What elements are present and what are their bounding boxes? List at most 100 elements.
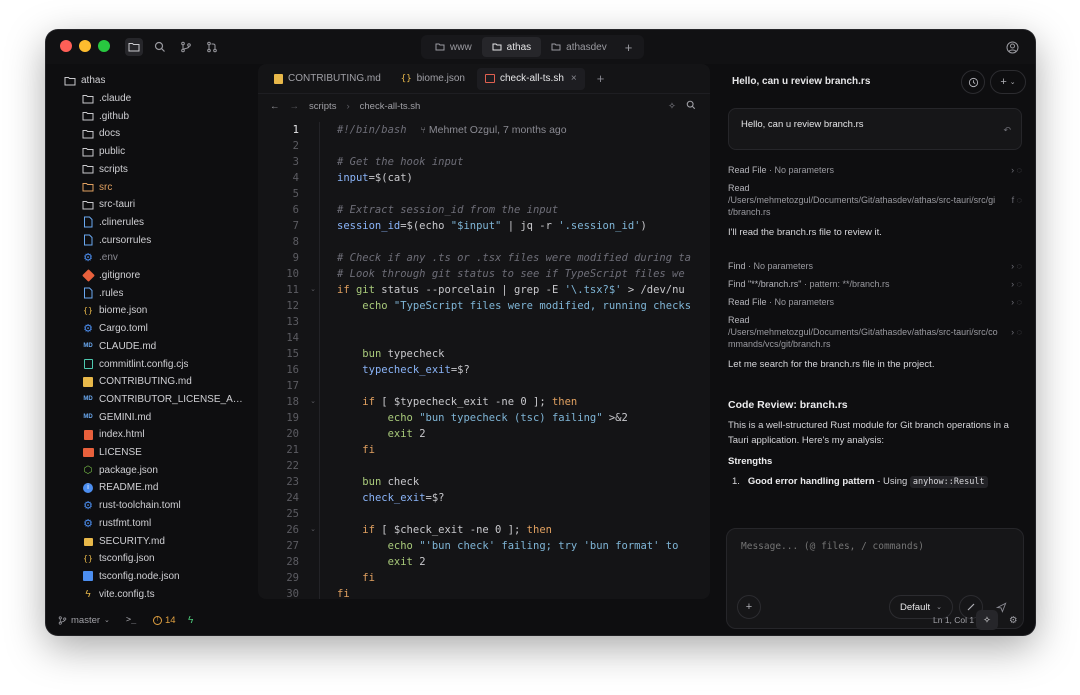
tree-file[interactable]: CONTRIBUTING.md (82, 373, 246, 390)
code-line[interactable]: # Check if any .ts or .tsx files were mo… (337, 250, 691, 266)
code-line[interactable]: bun typecheck (337, 346, 444, 362)
account-icon[interactable] (1003, 38, 1021, 56)
sparkle-icon[interactable]: ✧ (668, 101, 676, 112)
new-chat-button[interactable]: + ⌄ (990, 70, 1026, 94)
undo-icon[interactable]: ↶ (1003, 125, 1011, 136)
lightning-icon[interactable]: ϟ (188, 615, 193, 626)
close-tab-icon[interactable]: × (571, 73, 577, 84)
tree-file[interactable]: {} tsconfig.json (82, 550, 246, 567)
breadcrumb-folder[interactable]: scripts (309, 101, 336, 112)
code-line[interactable]: if git status --porcelain | grep -E '\.t… (337, 282, 685, 298)
code-line[interactable]: echo "'bun check' failing; try 'bun form… (337, 538, 685, 554)
code-line[interactable]: exit 2 (337, 554, 426, 570)
tree-file[interactable]: .gitignore (81, 267, 246, 284)
git-icon (81, 269, 95, 282)
editor-tabs: CONTRIBUTING.md {} biome.json check-all-… (258, 64, 710, 94)
tree-folder[interactable]: .github (82, 108, 246, 125)
tree-file[interactable]: MD CLAUDE.md (82, 338, 246, 355)
tree-root-folder[interactable]: athas (64, 72, 105, 89)
tool-call-find[interactable]: Find · No parameters › ◌ (728, 260, 1022, 272)
breadcrumb-file[interactable]: check-all-ts.sh (360, 101, 421, 112)
tree-folder[interactable]: scripts (82, 161, 246, 178)
tree-file[interactable]: MD CONTRIBUTOR_LICENSE_AND_FE (82, 391, 246, 408)
tree-file[interactable]: ⬡ package.json (82, 462, 246, 479)
tree-file[interactable]: SECURITY.md (82, 533, 246, 550)
files-icon[interactable] (125, 38, 143, 56)
chat-message-input[interactable] (741, 541, 1011, 571)
editor-tab-biome[interactable]: {} biome.json (393, 68, 473, 90)
tree-file[interactable]: .cursorrules (82, 232, 246, 249)
tree-file[interactable]: .rules (82, 285, 246, 302)
project-tab-athas[interactable]: athas (481, 37, 542, 57)
tool-call-read-file-2[interactable]: Read File · No parameters › ◌ (728, 296, 1022, 308)
tool-call-read[interactable]: Read /Users/mehmetozgul/Documents/Git/at… (728, 182, 1022, 218)
close-window-button[interactable] (60, 40, 72, 52)
tool-call-find-pattern[interactable]: Find "**/branch.rs" · pattern: **/branch… (728, 278, 1022, 290)
tree-file[interactable]: tsconfig.node.json (82, 568, 246, 585)
minimize-window-button[interactable] (79, 40, 91, 52)
code-line[interactable]: #!/bin/bash ⑂ Mehmet Ozgul, 7 months ago (337, 122, 567, 138)
code-line[interactable]: echo "bun typecheck (tsc) failing" >&2 (337, 410, 628, 426)
code-line[interactable]: # Look through git status to see if Type… (337, 266, 685, 282)
code-line[interactable]: input=$(cat) (337, 170, 413, 186)
tree-file[interactable]: commitlint.config.cjs (82, 356, 246, 373)
tree-file[interactable]: MD GEMINI.md (82, 409, 246, 426)
git-branch-icon[interactable] (177, 38, 195, 56)
tree-file[interactable]: .clinerules (82, 214, 246, 231)
code-line[interactable]: typecheck_exit=$? (337, 362, 469, 378)
project-tab-www[interactable]: www (425, 37, 482, 57)
tree-file[interactable]: ⚙ rust-toolchain.toml (82, 497, 246, 514)
fold-chevron-icon[interactable]: ⌄ (310, 282, 316, 298)
pull-request-icon[interactable] (203, 38, 221, 56)
tree-folder[interactable]: src (82, 179, 246, 196)
code-line[interactable]: echo "TypeScript files were modified, ru… (337, 298, 691, 314)
problems-indicator[interactable]: ! 14 (153, 615, 176, 626)
tree-file[interactable]: {} biome.json (82, 302, 246, 319)
tree-file[interactable]: ϟ vite.config.ts (82, 586, 246, 599)
terminal-toggle[interactable]: >_ (126, 615, 136, 625)
code-line[interactable]: fi (337, 586, 350, 599)
json-icon: {} (400, 73, 412, 84)
code-line[interactable]: check_exit=$? (337, 490, 444, 506)
forward-arrow-icon[interactable]: → (290, 101, 300, 112)
tree-file[interactable]: ⚙ rustfmt.toml (82, 515, 246, 532)
maximize-window-button[interactable] (98, 40, 110, 52)
code-line[interactable]: # Extract session_id from the input (337, 202, 558, 218)
project-tab-athasdev[interactable]: athasdev (541, 37, 617, 57)
code-line[interactable]: if [ $check_exit -ne 0 ]; then (337, 522, 552, 538)
code-line[interactable]: # Get the hook input (337, 154, 463, 170)
search-icon[interactable] (151, 38, 169, 56)
tree-folder[interactable]: src-tauri (82, 196, 246, 213)
git-branch-selector[interactable]: master ⌄ (58, 615, 110, 626)
code-line[interactable]: fi (337, 442, 375, 458)
tree-file[interactable]: ⚙ .env (82, 249, 246, 266)
fold-chevron-icon[interactable]: ⌄ (310, 522, 316, 538)
back-arrow-icon[interactable]: ← (270, 101, 280, 112)
cursor-position[interactable]: Ln 1, Col 1 (933, 615, 974, 625)
search-in-file-icon[interactable] (686, 100, 696, 113)
new-tab-button[interactable]: + (589, 68, 613, 90)
editor-tab-contributing[interactable]: CONTRIBUTING.md (266, 68, 389, 90)
code-view[interactable]: 1 2 3 4 5 6 7 8 9 10 11 ⌄ 12 13 14 15 16 17 18 ⌄ 19 20 21 22 23 2… (258, 122, 710, 599)
ai-sparkle-button[interactable]: ✧ (976, 610, 998, 630)
tree-file[interactable]: index.html (82, 426, 246, 443)
fold-chevron-icon[interactable]: ⌄ (310, 394, 316, 410)
add-project-button[interactable]: + (617, 37, 641, 57)
settings-icon[interactable]: ⚙ (1009, 615, 1018, 626)
code-line[interactable]: bun check (337, 474, 419, 490)
tree-file[interactable]: ⚙ Cargo.toml (82, 320, 246, 337)
code-line[interactable]: exit 2 (337, 426, 426, 442)
tree-file[interactable]: LICENSE (82, 444, 246, 461)
history-icon[interactable] (961, 70, 985, 94)
tree-folder[interactable]: public (82, 143, 246, 160)
tool-call-read-file[interactable]: Read File · No parameters › ◌ (728, 164, 1022, 176)
line-number: 22 (286, 460, 299, 472)
tree-folder[interactable]: docs (82, 125, 246, 142)
tree-folder[interactable]: .claude (82, 90, 246, 107)
tree-file[interactable]: i README.md (82, 479, 246, 496)
tool-call-read-2[interactable]: Read /Users/mehmetozgul/Documents/Git/at… (728, 314, 1022, 350)
code-line[interactable]: if [ $typecheck_exit -ne 0 ]; then (337, 394, 577, 410)
editor-tab-check-all-ts[interactable]: check-all-ts.sh × (476, 67, 585, 90)
code-line[interactable]: session_id=$(echo "$input" | jq -r '.ses… (337, 218, 647, 234)
code-line[interactable]: fi (337, 570, 375, 586)
